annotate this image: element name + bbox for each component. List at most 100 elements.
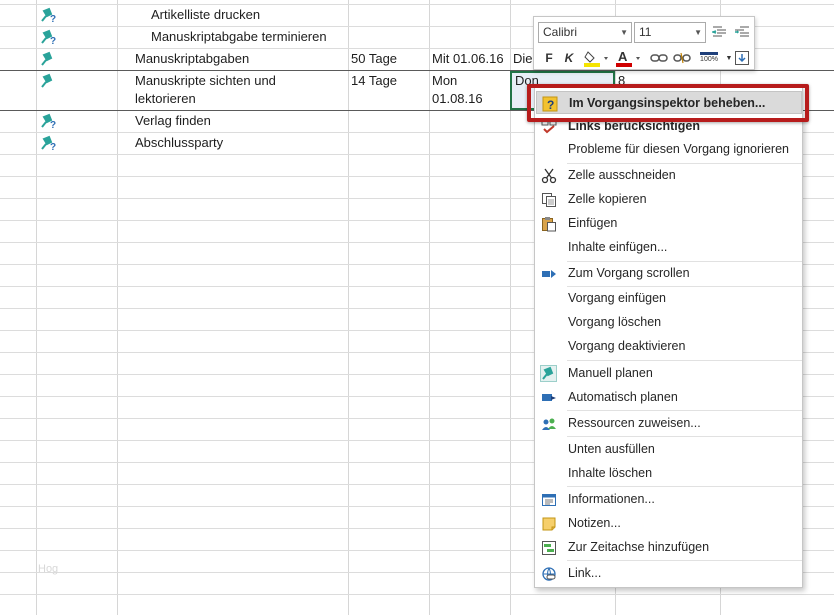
indent-button[interactable]	[732, 22, 752, 42]
menu-item-delete-task[interactable]: Vorgang löschen	[536, 311, 802, 334]
menu-item-assign-resources[interactable]: Ressourcen zuweisen...	[536, 412, 802, 435]
menu-item-label: Vorgang löschen	[568, 315, 662, 329]
pin-icon	[39, 73, 57, 89]
menu-item-hyperlink[interactable]: Link...	[536, 562, 802, 585]
task-name[interactable]: Manuskripte sichten und lektorieren	[132, 70, 348, 110]
zoom-button[interactable]: 100%	[695, 48, 723, 68]
fill-color-button[interactable]	[582, 48, 610, 68]
menu-item-label: Informationen...	[568, 492, 655, 506]
menu-item-label: Vorgang deaktivieren	[568, 339, 686, 353]
highlight-callout-frame	[527, 84, 809, 122]
notes-icon	[540, 515, 557, 532]
link-icon	[650, 54, 668, 62]
menu-separator	[567, 560, 802, 561]
indent-icon	[735, 26, 749, 37]
menu-item-label: Link...	[568, 566, 602, 580]
zoom-label: 100%	[700, 56, 718, 63]
task-name-line1: Manuskripte sichten und	[135, 73, 276, 88]
link-tasks-button[interactable]	[649, 48, 669, 68]
menu-item-label: Zelle ausschneiden	[568, 168, 676, 182]
menu-item-scroll-to-task[interactable]: Zum Vorgang scrollen	[536, 262, 802, 285]
dropdown-arrow-icon: ▼	[620, 28, 628, 37]
menu-item-ignore-problems[interactable]: Probleme für diesen Vorgang ignorieren	[536, 138, 802, 161]
menu-separator	[567, 410, 802, 411]
menu-item-label: Probleme für diesen Vorgang ignorieren	[568, 142, 789, 156]
menu-separator	[567, 360, 802, 361]
pin-question-icon: ?	[39, 135, 57, 151]
menu-item-label: Zur Zeitachse hinzufügen	[568, 540, 710, 554]
watermark: Hog	[38, 563, 59, 575]
unlink-icon	[673, 52, 691, 64]
font-color-icon: A	[616, 49, 640, 67]
task-name[interactable]: Manuskriptabgabe terminieren	[148, 26, 348, 48]
menu-item-label: Inhalte einfügen...	[568, 240, 668, 254]
context-menu: ? Im Vorgangsinspektor beheben... Links …	[534, 86, 803, 588]
menu-item-label: Ressourcen zuweisen...	[568, 416, 701, 430]
menu-item-label: Zum Vorgang scrollen	[568, 266, 690, 280]
svg-text:A: A	[618, 49, 628, 64]
menu-item-label: Automatisch planen	[568, 390, 678, 404]
info-icon	[540, 491, 557, 508]
svg-text:?: ?	[50, 14, 56, 23]
outdent-icon	[712, 26, 726, 37]
menu-item-label: Zelle kopieren	[568, 192, 647, 206]
menu-item-clear-contents[interactable]: Inhalte löschen	[536, 462, 802, 485]
menu-item-label: Inhalte löschen	[568, 466, 653, 480]
menu-item-add-to-timeline[interactable]: Zur Zeitachse hinzufügen	[536, 536, 802, 559]
scroll-to-task-icon	[540, 265, 557, 282]
menu-item-label: Unten ausfüllen	[568, 442, 655, 456]
font-name-combo[interactable]: Calibri ▼	[538, 22, 632, 43]
pin-question-icon: ?	[39, 7, 57, 23]
font-color-button[interactable]: A	[614, 48, 642, 68]
task-duration[interactable]: 50 Tage	[348, 48, 429, 70]
italic-button[interactable]: K	[561, 48, 577, 68]
menu-item-fill-down[interactable]: Unten ausfüllen	[536, 438, 802, 461]
task-start-line1: Mon	[432, 73, 458, 88]
pin-question-icon: ?	[39, 29, 57, 45]
menu-item-paste[interactable]: Einfügen	[536, 212, 802, 235]
task-start[interactable]: Mit 01.06.16	[429, 48, 510, 70]
task-name[interactable]: Manuskriptabgaben	[132, 48, 348, 70]
menu-item-copy-cell[interactable]: Zelle kopieren	[536, 188, 802, 211]
scroll-down-icon	[735, 51, 749, 65]
timeline-icon	[540, 539, 557, 556]
manual-pin-icon	[540, 365, 557, 382]
hyperlink-icon	[540, 565, 557, 582]
font-name-value: Calibri	[543, 25, 578, 39]
paste-icon	[540, 215, 557, 232]
menu-item-notes[interactable]: Notizen...	[536, 512, 802, 535]
scroll-to-task-button[interactable]	[732, 48, 752, 68]
bold-button[interactable]: F	[541, 48, 557, 68]
scissors-icon	[540, 167, 557, 184]
task-start-line2: 01.08.16	[432, 91, 483, 106]
auto-schedule-icon	[540, 389, 557, 406]
resources-icon	[540, 415, 557, 432]
task-name[interactable]: Verlag finden	[132, 110, 348, 132]
unlink-tasks-button[interactable]	[672, 48, 692, 68]
font-size-combo[interactable]: 11 ▼	[634, 22, 706, 43]
menu-item-label: Einfügen	[568, 216, 618, 230]
menu-item-manual-schedule[interactable]: Manuell planen	[536, 362, 802, 385]
copy-icon	[540, 191, 557, 208]
svg-text:?: ?	[50, 120, 56, 129]
task-name-line2: lektorieren	[135, 91, 196, 106]
fill-color-icon	[584, 51, 608, 67]
menu-item-auto-schedule[interactable]: Automatisch planen	[536, 386, 802, 409]
task-start[interactable]: Mon 01.08.16	[429, 70, 510, 110]
menu-item-information[interactable]: Informationen...	[536, 488, 802, 511]
mini-toolbar: Calibri ▼ 11 ▼ F K A 100% ▼	[533, 16, 755, 70]
menu-item-cut-cell[interactable]: Zelle ausschneiden	[536, 164, 802, 187]
menu-separator	[567, 486, 802, 487]
task-name[interactable]: Artikelliste drucken	[148, 4, 348, 26]
menu-separator	[567, 436, 802, 437]
task-duration[interactable]: 14 Tage	[348, 70, 429, 92]
menu-item-label: Vorgang einfügen	[568, 291, 667, 305]
menu-item-deactivate-task[interactable]: Vorgang deaktivieren	[536, 335, 802, 358]
outdent-button[interactable]	[710, 22, 730, 42]
menu-item-insert-task[interactable]: Vorgang einfügen	[536, 287, 802, 310]
font-size-value: 11	[639, 25, 652, 39]
menu-item-paste-special[interactable]: Inhalte einfügen...	[536, 236, 802, 259]
pin-question-icon: ?	[39, 113, 57, 129]
svg-text:?: ?	[50, 142, 56, 151]
task-name[interactable]: Abschlussparty	[132, 132, 348, 154]
